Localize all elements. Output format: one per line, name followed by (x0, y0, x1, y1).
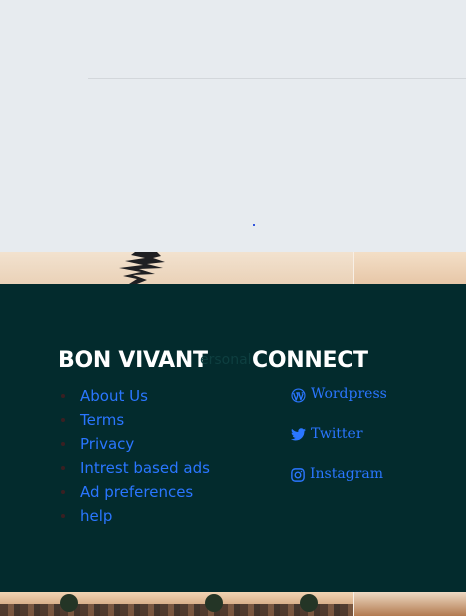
instagram-icon (291, 468, 305, 482)
bullet-icon (61, 514, 65, 518)
header-photo-strip (0, 252, 466, 284)
footer-link-item: Privacy (58, 432, 210, 456)
brand-title: BON VIVANT (58, 348, 208, 373)
rock-silhouette (119, 252, 165, 284)
bullet-icon (61, 418, 65, 422)
footer-link-item: Ad preferences (58, 480, 210, 504)
bottom-photo-segment (353, 592, 466, 616)
connect-title: CONNECT (252, 348, 368, 373)
loading-dot (253, 224, 255, 226)
social-item-twitter: Twitter (291, 426, 387, 466)
tree-silhouette (60, 594, 78, 612)
bullet-icon (61, 394, 65, 398)
social-item-wordpress: Wordpress (291, 386, 387, 426)
interest-based-ads-link[interactable]: Intrest based ads (80, 459, 210, 477)
wordpress-icon (291, 388, 306, 403)
bullet-icon (61, 442, 65, 446)
tree-silhouette (300, 594, 318, 612)
brand-ghost-text: ersonal (200, 352, 252, 368)
footer-link-item: Intrest based ads (58, 456, 210, 480)
bullet-icon (61, 466, 65, 470)
twitter-link[interactable]: Twitter (311, 426, 363, 442)
bullet-icon (61, 490, 65, 494)
top-content-area (0, 0, 466, 252)
tree-silhouette (205, 594, 223, 612)
footer-link-list: About Us Terms Privacy Intrest based ads… (58, 384, 210, 528)
about-us-link[interactable]: About Us (80, 387, 148, 405)
footer-link-item: help (58, 504, 210, 528)
social-item-instagram: Instagram (291, 466, 387, 506)
footer-link-item: About Us (58, 384, 210, 408)
instagram-link[interactable]: Instagram (310, 466, 383, 482)
social-links: Wordpress Twitter Instagram (291, 386, 387, 506)
terms-link[interactable]: Terms (80, 411, 124, 429)
privacy-link[interactable]: Privacy (80, 435, 134, 453)
wordpress-link[interactable]: Wordpress (311, 386, 387, 402)
ad-preferences-link[interactable]: Ad preferences (80, 483, 193, 501)
bottom-photo-strip (0, 592, 466, 616)
twitter-icon (291, 428, 306, 441)
footer-link-item: Terms (58, 408, 210, 432)
help-link[interactable]: help (80, 507, 112, 525)
divider (88, 78, 466, 79)
site-footer: BON VIVANT ersonal About Us Terms Privac… (0, 284, 466, 592)
header-photo-segment (353, 252, 466, 284)
